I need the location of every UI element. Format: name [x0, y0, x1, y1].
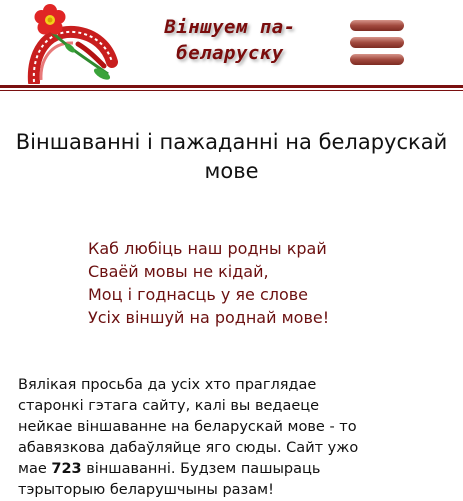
poem-line: Сваёй мовы не кідай, — [88, 262, 269, 281]
site-title-line1: Віншуем па- — [164, 16, 296, 38]
header-divider — [0, 85, 463, 88]
site-title-line2: беларуску — [176, 42, 284, 64]
poem: Каб любіць наш родны край Сваёй мовы не … — [88, 237, 428, 329]
site-title[interactable]: Віншуем па- беларуску — [150, 14, 310, 66]
poem-line: Моц і годнасць у яе слове — [88, 285, 309, 304]
header-divider-thin — [0, 90, 463, 91]
menu-bar-middle — [350, 37, 404, 48]
site-header: Віншуем па- беларуску — [0, 0, 463, 92]
poem-line: Усіх віншуй на роднай мове! — [88, 308, 330, 327]
greetings-count: 723 — [51, 461, 82, 477]
request-paragraph: Вялікая просьба да усіх хто праглядае ст… — [18, 375, 378, 501]
menu-bar-bottom — [350, 54, 404, 65]
hamburger-menu-icon[interactable] — [350, 20, 404, 66]
flower-ribbon-logo-icon[interactable] — [26, 2, 118, 84]
page-title: Віншаванні і пажаданні на беларускай мов… — [15, 130, 448, 183]
poem-line: Каб любіць наш родны край — [88, 239, 327, 258]
menu-bar-top — [350, 20, 404, 31]
